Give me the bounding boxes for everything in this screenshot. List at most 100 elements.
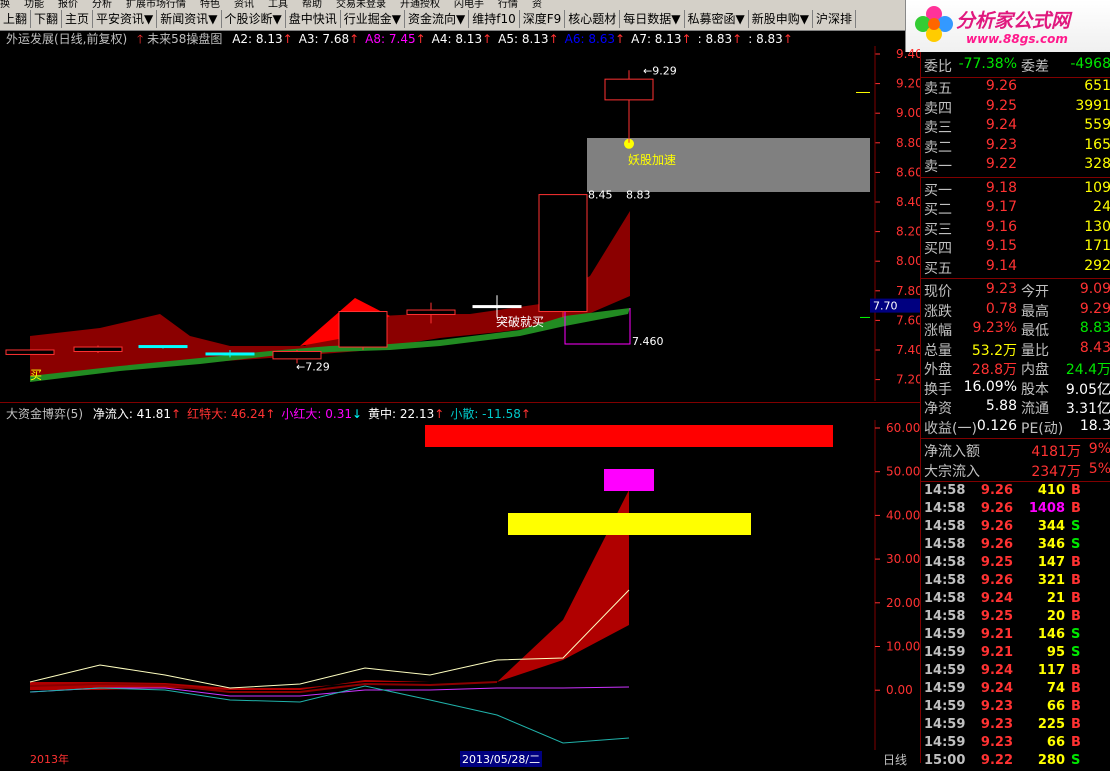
low-price-label: 8.83: [626, 189, 651, 202]
menu-item[interactable]: 扩展市场行情: [126, 0, 186, 8]
tick-direction: S: [1071, 537, 1081, 552]
menu-item[interactable]: 资: [532, 0, 542, 8]
sell-volume: 559: [1084, 117, 1110, 133]
trade-tick: 14:58 9.26 410 B: [921, 483, 1110, 501]
sub-indicator-name[interactable]: 大资金博弈(5): [6, 407, 83, 421]
candlestick[interactable]: [406, 309, 456, 315]
weibi-label: 委比: [924, 59, 952, 75]
indicator-value-label: A6: 8.63: [564, 32, 616, 46]
candlestick[interactable]: [604, 78, 654, 101]
up-arrow-icon: ↑: [349, 32, 360, 46]
candlestick[interactable]: [138, 345, 188, 349]
period-label[interactable]: 日线: [883, 751, 907, 768]
tick-price: 9.25: [980, 555, 1013, 570]
main-chart[interactable]: 9.40 9.20 9.00 8.80 8.60 8.40 8.20 8.00 7.80 7.60…: [0, 46, 920, 401]
toolbar-button[interactable]: 沪深排: [813, 10, 857, 28]
menu-item[interactable]: 报价: [58, 0, 78, 8]
toolbar-button[interactable]: 个股诊断▼: [222, 10, 286, 28]
menu-item[interactable]: 交易未登录: [336, 0, 386, 8]
menu-item[interactable]: 资讯: [234, 0, 254, 8]
stat-value: 24.4万: [1065, 362, 1110, 378]
logo-url: www.88gs.com: [966, 32, 1068, 46]
menu-item[interactable]: 功能: [24, 0, 44, 8]
flow-value: 净流入: 41.81↑: [93, 407, 181, 421]
toolbar-button[interactable]: 核心题材: [565, 10, 621, 28]
candlestick[interactable]: [5, 349, 55, 355]
capital-flow-chart[interactable]: 60.00 50.00 40.00 30.00 20.00 10.00 0.00: [0, 420, 920, 750]
menu-item[interactable]: 闪电手: [454, 0, 484, 8]
quote-row: 大宗流入 2347万 5%: [921, 461, 1110, 481]
small-red-bar: [604, 469, 654, 491]
flow-value-label: 净流入: 41.81: [92, 407, 172, 421]
toolbar-button[interactable]: 行业掘金▼: [341, 10, 405, 28]
tick-time: 14:59: [924, 627, 966, 642]
menu-item[interactable]: 帮助: [302, 0, 322, 8]
buy-volume: 292: [1084, 257, 1110, 274]
tick-volume: 344: [1037, 519, 1065, 534]
channel-low-label: 7.460: [632, 335, 664, 348]
candlestick[interactable]: [472, 305, 522, 309]
stock-name[interactable]: 外运发展(日线,前复权): [6, 32, 127, 46]
toolbar-button[interactable]: 私募密函▼: [685, 10, 749, 28]
quote-row: 委比 -77.38% 委差 -4968: [921, 56, 1110, 76]
quote-row: 买五 9.14 292: [921, 258, 1110, 278]
toolbar-button[interactable]: 新股申购▼: [749, 10, 813, 28]
toolbar-button[interactable]: 平安资讯▼: [93, 10, 158, 28]
tick-price: 9.25: [980, 609, 1013, 624]
toolbar: 上翻 下翻 主页 平安资讯▼ 新闻资讯▼ 个股诊断▼ 盘中快讯 行业掘金▼ 资金流向▼ 维持f10…: [0, 8, 905, 31]
quote-row: 总量 53.2万 量比 8.43: [921, 340, 1110, 360]
price-axis-label: 8.60: [896, 165, 920, 179]
stat-label: 今开: [1021, 284, 1049, 300]
indicator-value: A6: 8.63↑: [565, 32, 625, 46]
quote-row: 买一 9.18 109: [921, 180, 1110, 200]
candlestick[interactable]: [272, 350, 322, 360]
indicator-value-label: A7: 8.13: [631, 32, 682, 46]
flow-amount: 4181万: [1031, 444, 1081, 460]
up-arrow-icon: ↑: [782, 32, 793, 46]
surge-label: 妖股加速: [628, 153, 676, 167]
tick-volume: 66: [1046, 699, 1065, 714]
indicator-value: A4: 8.13↑: [432, 32, 492, 46]
quote-row: 现价 9.23 今开 9.09: [921, 281, 1110, 301]
menu-item[interactable]: 开通授权: [400, 0, 440, 8]
sell-volume: 3991: [1075, 97, 1110, 114]
flow-percent: 5%: [1088, 460, 1110, 477]
toolbar-button[interactable]: 每日数据▼: [620, 10, 685, 28]
indicator-name[interactable]: 未来58操盘图: [147, 32, 222, 46]
menu-item[interactable]: 换: [0, 0, 10, 8]
tick-direction: B: [1071, 717, 1081, 732]
toolbar-button[interactable]: 深度F9: [520, 10, 566, 28]
tick-price: 9.24: [980, 591, 1013, 606]
price-axis-label: 7.60: [896, 313, 920, 327]
weibi-value: -77.38%: [958, 56, 1017, 72]
tick-direction: S: [1071, 753, 1081, 768]
stat-value: 9.09: [1079, 281, 1110, 297]
toolbar-button[interactable]: 盘中快讯: [286, 10, 341, 28]
up-arrow-icon: ↑: [615, 32, 626, 46]
candlestick[interactable]: [538, 194, 588, 313]
candlestick[interactable]: [338, 311, 388, 348]
stat-label: 流通: [1021, 401, 1049, 417]
candlestick[interactable]: [73, 346, 123, 352]
trade-tick: 14:59 9.24 117 B: [921, 663, 1110, 681]
toolbar-button[interactable]: 新闻资讯▼: [157, 10, 222, 28]
menu-item[interactable]: 特色: [200, 0, 220, 8]
high-price-label: ←9.29: [643, 64, 677, 77]
tick-price: 9.23: [980, 735, 1013, 750]
flower-logo-icon: [915, 6, 953, 42]
flow-value: 黄中: 22.13↑: [368, 407, 444, 421]
toolbar-button[interactable]: 上翻: [0, 10, 32, 28]
menu-item[interactable]: 分析: [92, 0, 112, 8]
menu-item[interactable]: 工具: [268, 0, 288, 8]
candlestick[interactable]: [205, 352, 255, 356]
toolbar-button[interactable]: 资金流向▼: [405, 10, 470, 28]
sell-price: 9.24: [985, 117, 1017, 133]
toolbar-button[interactable]: 维持f10: [469, 10, 520, 28]
trade-tick: 14:59 9.21 95 S: [921, 645, 1110, 663]
toolbar-button[interactable]: 下翻: [31, 10, 63, 28]
menu-item[interactable]: 行情: [498, 0, 518, 8]
tick-volume: 321: [1037, 573, 1065, 588]
flow-axis-label: 30.00: [886, 552, 920, 566]
tick-direction: B: [1071, 591, 1081, 606]
toolbar-button[interactable]: 主页: [62, 10, 94, 28]
